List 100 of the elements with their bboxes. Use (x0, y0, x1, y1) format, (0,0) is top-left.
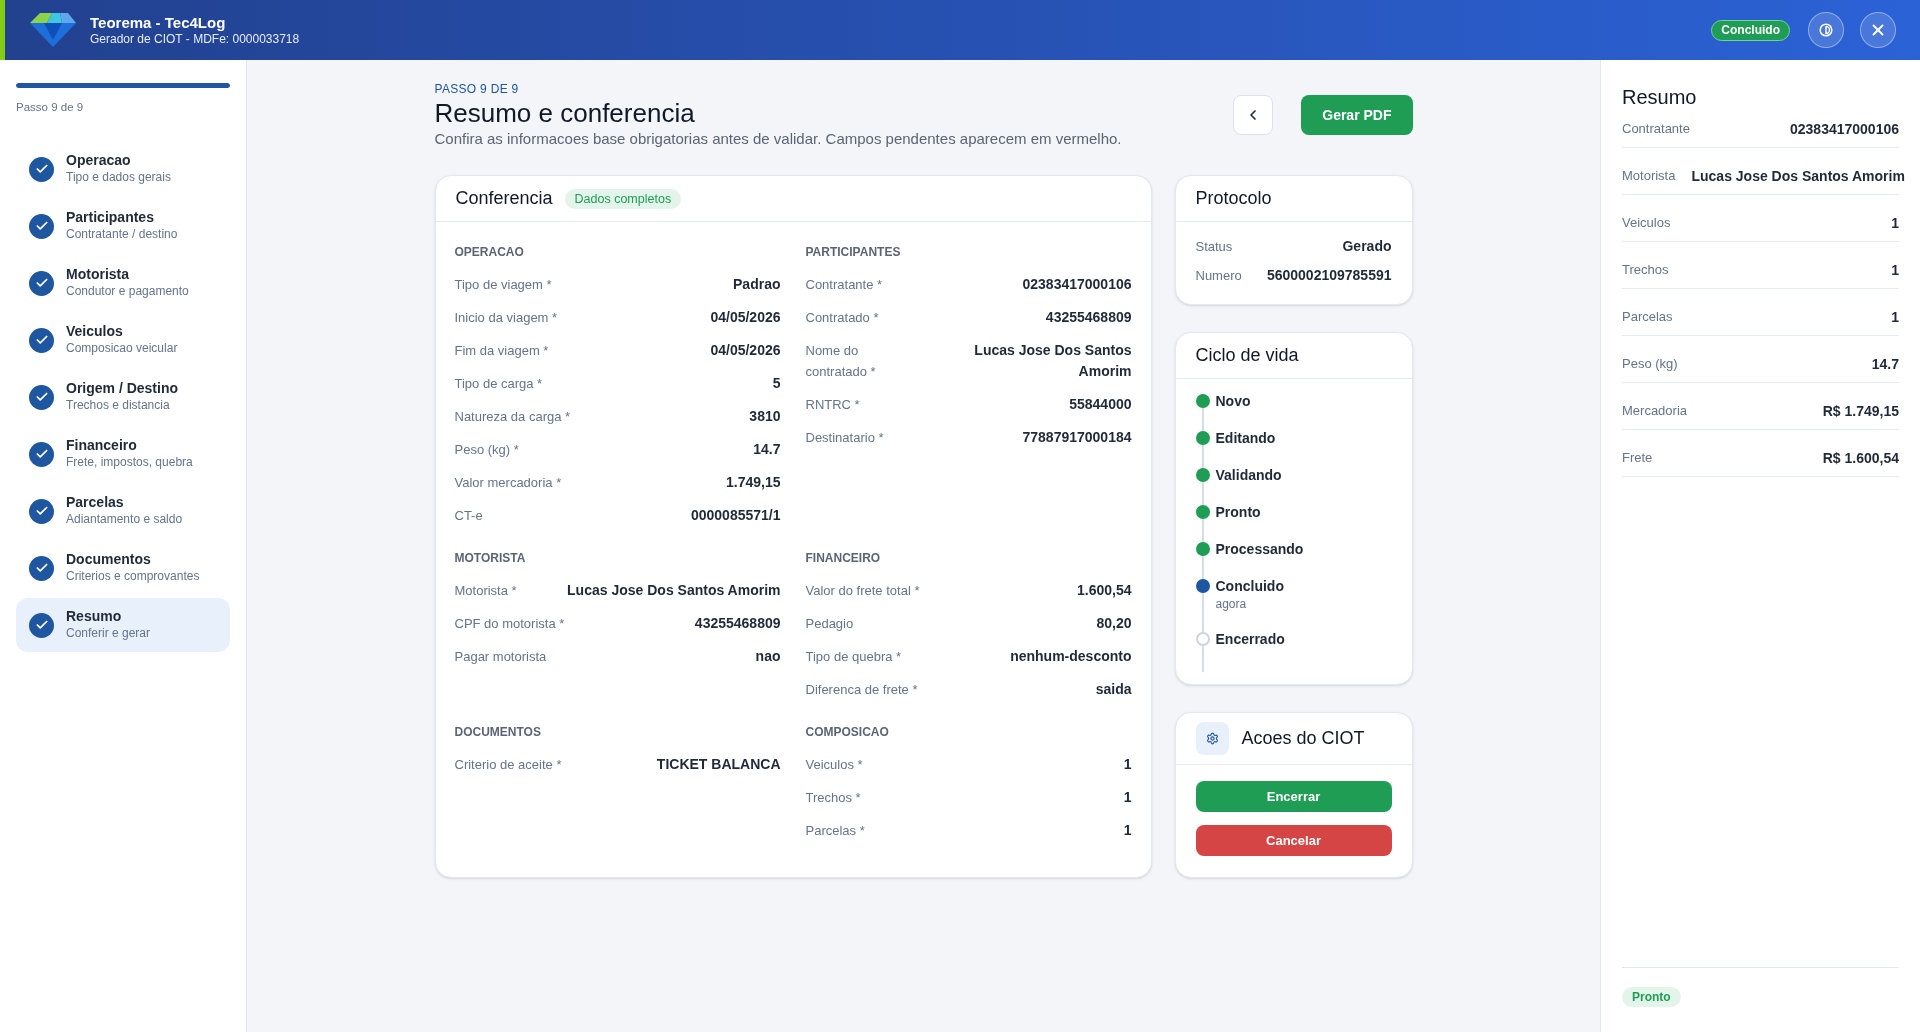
lifecycle-step: Encerrado (1215, 629, 1285, 649)
field-label: Tipo de quebra * (805, 648, 902, 666)
field-label: CPF do motorista * (454, 615, 565, 633)
lifecycle-step: Processando (1215, 539, 1304, 559)
app-subtitle: Gerador de CIOT - MDFe: 0000033718 (90, 31, 300, 47)
panel-title: Resumo (1622, 85, 1698, 110)
lifecycle-step: Concluido (1215, 576, 1284, 596)
lifecycle-step: Novo (1215, 391, 1251, 411)
section-title: FINANCEIRO (805, 550, 882, 566)
lifecycle-step: Pronto (1215, 502, 1261, 522)
field-label: Motorista (1622, 167, 1676, 185)
card-title: Conferencia (455, 187, 553, 210)
field-value: 1 (1891, 214, 1899, 232)
field-label: Valor mercadoria * (454, 474, 562, 492)
field-label: Status (1195, 237, 1233, 256)
step-item[interactable]: Operacao Tipo e dados gerais (16, 142, 230, 196)
step-item[interactable]: Origem / Destino Trechos e distancia (16, 370, 230, 424)
field-label: Nome do contratado * (805, 342, 877, 381)
field-value: 04/05/2026 (710, 308, 781, 327)
field-value: 1 (1123, 788, 1132, 807)
field-value: 43255468809 (1045, 308, 1132, 327)
close-button[interactable] (1860, 12, 1896, 48)
field-value: 1 (1891, 261, 1899, 279)
status-badge: Dados completos (564, 188, 682, 209)
theme-toggle-button[interactable] (1808, 12, 1844, 48)
field-value: 1.600,54 (1077, 581, 1132, 600)
field-value: 5600002109785591 (1266, 266, 1392, 285)
field-value: 55844000 (1069, 395, 1132, 414)
field-value: 0000085571/1 (690, 506, 781, 525)
field-label: Pedagio (805, 615, 854, 633)
field-label: Peso (kg) * (454, 441, 519, 459)
field-value: nao (755, 647, 781, 666)
field-label: Tipo de viagem * (454, 276, 552, 294)
step-item[interactable]: Resumo Conferir e gerar (16, 598, 230, 652)
field-label: Criterio de aceite * (454, 756, 562, 774)
field-label: Trechos * (805, 789, 861, 807)
section-title: OPERACAO (454, 244, 525, 260)
field-label: Mercadoria (1622, 402, 1688, 420)
field-label: Peso (kg) (1622, 355, 1678, 373)
step-item[interactable]: Participantes Contratante / destino (16, 199, 230, 253)
step-item[interactable]: Documentos Criterios e comprovantes (16, 541, 230, 595)
card-title: Ciclo de vida (1195, 344, 1299, 367)
field-label: Contratado * (805, 309, 879, 327)
field-label: Destinatario * (805, 429, 884, 447)
cancel-button[interactable]: Cancelar (1195, 825, 1392, 856)
field-label: Contratante (1622, 120, 1690, 138)
field-label: Tipo de carga * (454, 375, 543, 393)
field-value: nenhum-desconto (1010, 647, 1132, 666)
section-title: MOTORISTA (454, 550, 527, 566)
field-value: 14.7 (753, 440, 781, 459)
field-value: Lucas Jose Dos Santos Amorim (973, 341, 1132, 381)
field-label: Veiculos * (805, 756, 863, 774)
field-label: Trechos (1622, 261, 1669, 279)
field-label: Inicio da viagem * (454, 309, 558, 327)
field-value: Lucas Jose Dos Santos Amorim (1691, 167, 1905, 185)
step-item[interactable]: Parcelas Adiantamento e saldo (16, 484, 230, 538)
logo-icon (30, 13, 76, 47)
field-value: Gerado (1342, 237, 1392, 256)
field-value: 04/05/2026 (710, 341, 781, 360)
section-title: COMPOSICAO (805, 724, 890, 740)
field-value: Lucas Jose Dos Santos Amorim (567, 581, 781, 600)
field-value: TICKET BALANCA (656, 755, 781, 774)
field-value: 1 (1123, 821, 1132, 840)
section-title: PARTICIPANTES (805, 244, 902, 260)
field-value: 1 (1891, 308, 1899, 326)
field-value: Padrao (733, 275, 781, 294)
step-eyebrow: PASSO 9 DE 9 (434, 81, 520, 97)
field-value: saida (1095, 680, 1132, 699)
step-time: agora (1215, 596, 1248, 612)
field-value: R$ 1.749,15 (1822, 402, 1899, 420)
field-value: 1.749,15 (726, 473, 781, 492)
field-label: Parcelas * (805, 822, 865, 840)
app-title: Teorema - Tec4Log (90, 13, 227, 32)
step-item[interactable]: Motorista Condutor e pagamento (16, 256, 230, 310)
field-value: 1 (1123, 755, 1132, 774)
field-value: R$ 1.600,54 (1822, 449, 1899, 467)
page-description: Confira as informacoes base obrigatorias antes de validar. Campos pendentes aparecem em vermelho. (434, 129, 1122, 149)
field-label: Frete (1622, 449, 1653, 467)
field-value: 77887917000184 (1022, 428, 1132, 447)
lifecycle-step: Validando (1215, 465, 1282, 485)
contrast-icon (1819, 23, 1833, 37)
gear-icon (1195, 722, 1229, 755)
field-value: 02383417000106 (1790, 120, 1899, 138)
field-label: Fim da viagem * (454, 342, 549, 360)
field-value: 14.7 (1871, 355, 1899, 373)
step-item[interactable]: Financeiro Frete, impostos, quebra (16, 427, 230, 481)
field-label: Pagar motorista (454, 648, 547, 666)
page-title: Resumo e conferencia (434, 97, 696, 129)
progress-label: Passo 9 de 9 (16, 100, 85, 115)
field-value: 02383417000106 (1022, 275, 1132, 294)
field-label: Veiculos (1622, 214, 1671, 232)
field-label: Numero (1195, 266, 1242, 285)
card-title: Acoes do CIOT (1241, 727, 1365, 750)
field-label: Diferenca de frete * (805, 681, 918, 699)
step-item[interactable]: Veiculos Composicao veicular (16, 313, 230, 367)
field-label: Valor do frete total * (805, 582, 920, 600)
status-badge: Pronto (1622, 987, 1681, 1007)
field-label: Contratante * (805, 276, 883, 294)
field-label: Natureza da carga * (454, 408, 571, 426)
section-title: DOCUMENTOS (454, 724, 542, 740)
